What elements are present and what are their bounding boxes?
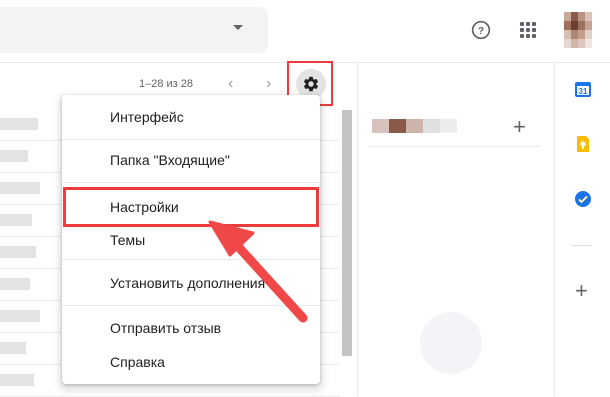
annotation-arrow-icon [208,220,308,323]
